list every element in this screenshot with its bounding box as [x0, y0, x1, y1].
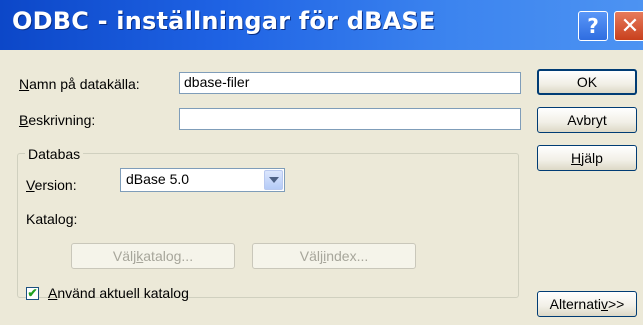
options-button[interactable]: Alternati v >> [537, 291, 637, 317]
use-current-catalog-checkbox[interactable]: ✔ [26, 287, 39, 300]
ok-button[interactable]: OK [537, 69, 637, 95]
title-bar[interactable]: ODBC - inställningar för dBASE ? ✕ [0, 0, 643, 50]
use-current-catalog-label[interactable]: Använd aktuell katalog [48, 285, 189, 301]
datasource-name-label: Namn på datakälla: [19, 76, 140, 92]
version-label: Version: [26, 177, 77, 193]
database-group-legend: Databas [25, 146, 84, 162]
description-label: Beskrivning: [19, 112, 96, 128]
choose-index-button[interactable]: Välj i ndex... [252, 243, 416, 269]
cancel-button[interactable]: Avbryt [537, 107, 637, 133]
choose-catalog-button[interactable]: Välj k atalog... [71, 243, 235, 269]
version-select[interactable]: dBase 5.0 [120, 168, 285, 192]
description-input[interactable] [179, 108, 521, 130]
odbc-dbase-dialog: ODBC - inställningar för dBASE ? ✕ Namn … [0, 0, 643, 325]
help-icon[interactable]: ? [578, 11, 608, 41]
close-icon[interactable]: ✕ [614, 11, 643, 41]
help-button[interactable]: Hjälp [537, 145, 637, 171]
version-selected-value: dBase 5.0 [126, 171, 190, 187]
datasource-name-input[interactable]: dbase-filer [179, 72, 521, 94]
catalog-label: Katalog: [26, 211, 78, 227]
window-title: ODBC - inställningar för dBASE [12, 7, 436, 35]
chevron-down-icon[interactable] [264, 170, 283, 190]
